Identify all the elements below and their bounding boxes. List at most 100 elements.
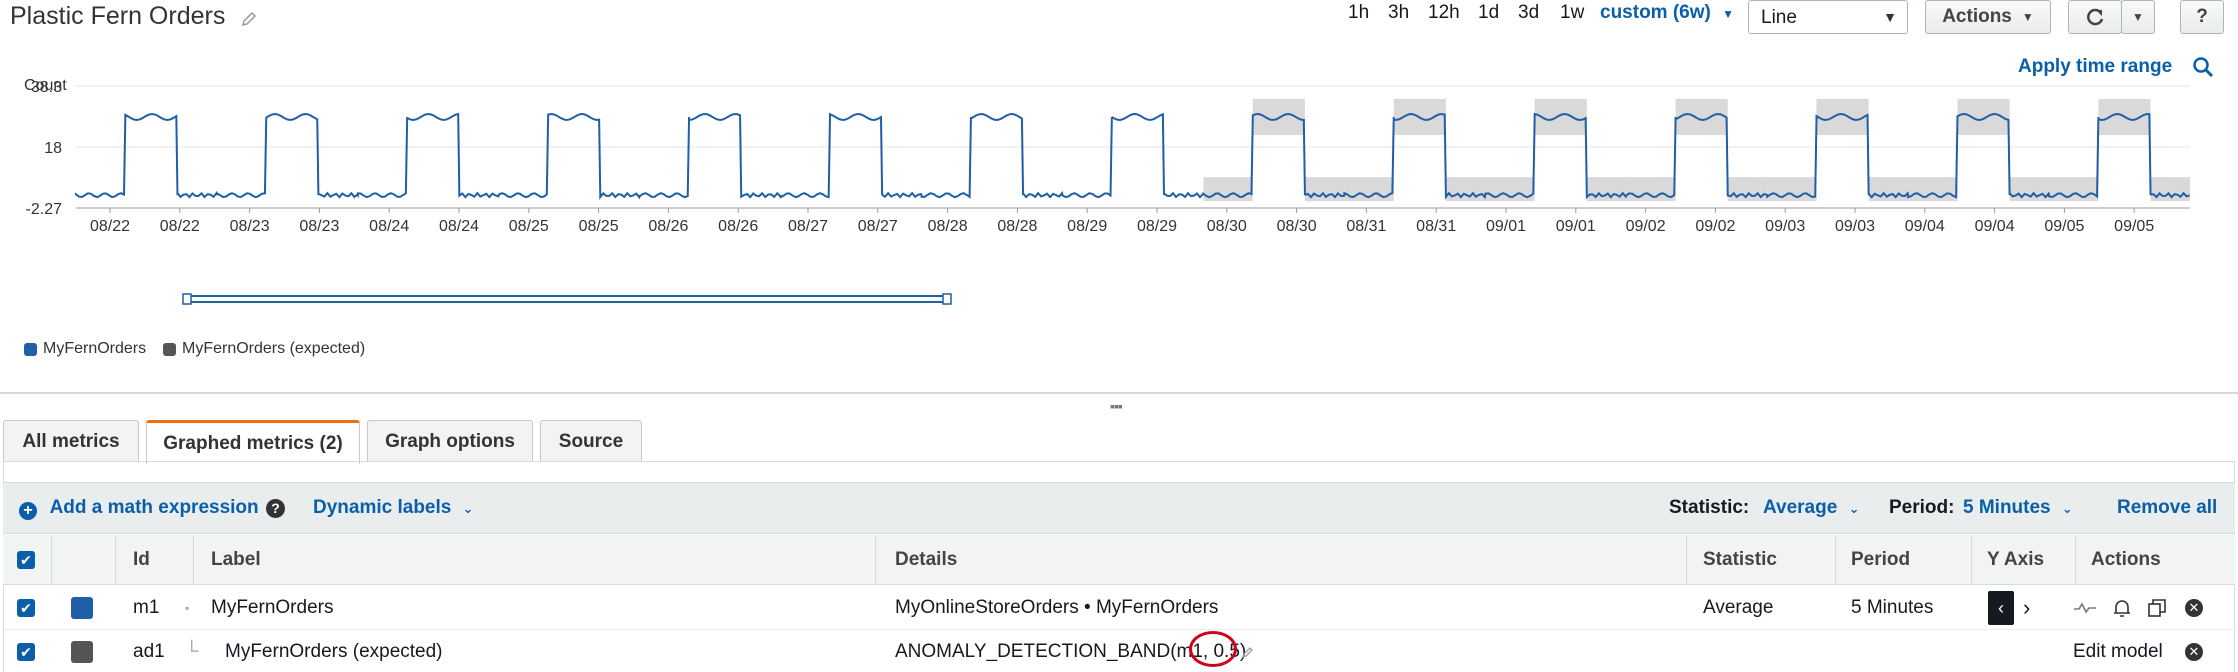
y-tick-label: -2.27 — [26, 201, 63, 218]
selection-bracket[interactable] — [182, 293, 952, 305]
column-details[interactable]: Details — [895, 535, 957, 585]
chevron-down-icon: ⌄ — [1848, 501, 1860, 516]
graph-type-select[interactable]: Line ▼ — [1748, 0, 1908, 34]
band-segment — [1445, 177, 1486, 202]
help-button[interactable]: ? — [2180, 0, 2224, 34]
column-statistic[interactable]: Statistic — [1703, 535, 1777, 585]
column-period[interactable]: Period — [1851, 535, 1910, 585]
range-custom[interactable]: custom (6w) ▼ — [1600, 2, 1734, 24]
copy-icon[interactable] — [2147, 586, 2167, 630]
x-tick-label: 09/02 — [1626, 218, 1666, 235]
row-statistic[interactable]: Average — [1703, 586, 1773, 630]
column-label[interactable]: Label — [211, 535, 261, 585]
range-1d[interactable]: 1d — [1478, 2, 1499, 24]
x-tick-label: 08/30 — [1277, 218, 1317, 235]
row-checkbox[interactable]: ✔ — [17, 630, 35, 672]
tab-all-metrics[interactable]: All metrics — [3, 420, 139, 462]
row-label[interactable]: MyFernOrders — [211, 586, 333, 630]
range-12h[interactable]: 12h — [1428, 2, 1460, 24]
band-segment — [1816, 98, 1869, 136]
refresh-icon — [2087, 8, 2104, 26]
x-tick-label: 08/25 — [579, 218, 619, 235]
legend-swatch — [163, 342, 176, 356]
tree-connector: └ — [185, 641, 199, 662]
tab-graphed-metrics[interactable]: Graphed metrics (2) — [146, 420, 360, 464]
x-tick-label: 08/22 — [90, 218, 130, 235]
band-segment — [1868, 177, 1909, 202]
x-tick-label: 09/04 — [1905, 218, 1945, 235]
bell-icon[interactable] — [2113, 586, 2131, 630]
actions-button[interactable]: Actions ▼ — [1925, 0, 2051, 34]
range-1h[interactable]: 1h — [1348, 2, 1369, 24]
legend-swatch — [24, 342, 37, 356]
remove-all-button[interactable]: Remove all — [2117, 497, 2217, 519]
range-3h[interactable]: 3h — [1388, 2, 1409, 24]
legend-label: MyFernOrders — [43, 340, 147, 357]
x-tick-label: 08/22 — [160, 218, 200, 235]
x-tick-label: 08/29 — [1067, 218, 1107, 235]
row-id[interactable]: m1 — [133, 586, 159, 630]
pencil-icon[interactable] — [240, 10, 258, 28]
sparkline-icon[interactable] — [2073, 586, 2097, 630]
column-actions: Actions — [2091, 549, 2161, 570]
actions-label: Actions — [1942, 6, 2012, 27]
range-custom-label: custom (6w) — [1600, 2, 1711, 23]
chevron-down-icon: ⌄ — [462, 501, 474, 516]
add-math-expression-button[interactable]: + Add a math expression — [19, 497, 259, 520]
refresh-button[interactable] — [2068, 0, 2122, 34]
edit-model-link[interactable]: Edit model — [2073, 630, 2163, 672]
row-color-swatch[interactable] — [71, 586, 93, 630]
graph-type-value: Line — [1761, 7, 1797, 28]
period-label: Period: — [1889, 497, 1955, 518]
remove-row-icon[interactable]: ✕ — [2185, 586, 2203, 630]
x-tick-label: 08/28 — [997, 218, 1037, 235]
caret-down-icon: ▼ — [2021, 10, 2034, 24]
band-segment — [2049, 177, 2099, 202]
row-color-swatch[interactable] — [71, 630, 93, 672]
x-tick-label: 08/24 — [369, 218, 409, 235]
legend-label: MyFernOrders (expected) — [182, 340, 366, 357]
caret-down-icon: ▼ — [2132, 10, 2144, 24]
add-math-label: Add a math expression — [49, 497, 259, 518]
tab-graph-options[interactable]: Graph options — [367, 420, 533, 462]
column-y-axis[interactable]: Y Axis — [1987, 535, 2044, 585]
help-circle-icon[interactable]: ? — [266, 497, 285, 519]
row-checkbox[interactable]: ✔ — [17, 586, 35, 630]
statistic-dropdown[interactable]: Average ⌄ — [1763, 497, 1859, 519]
tab-bar: All metrics Graphed metrics (2) Graph op… — [0, 420, 2238, 464]
x-tick-label: 08/29 — [1137, 218, 1177, 235]
row-label[interactable]: MyFernOrders (expected) — [225, 630, 443, 672]
resize-handle[interactable]: ▪▪▪ — [1110, 398, 1123, 414]
x-tick-label: 09/01 — [1556, 218, 1596, 235]
dynamic-labels-label: Dynamic labels — [313, 497, 452, 518]
x-tick-label: 09/05 — [2044, 218, 2084, 235]
range-3d[interactable]: 3d — [1518, 2, 1539, 24]
help-icon: ? — [2196, 6, 2208, 27]
tab-source[interactable]: Source — [540, 420, 642, 462]
x-tick-label: 08/25 — [509, 218, 549, 235]
x-tick-label: 08/24 — [439, 218, 479, 235]
y-axis-left-button[interactable]: ‹ — [1988, 586, 2014, 630]
y-axis-right-button[interactable]: › — [2023, 586, 2030, 630]
x-tick-label: 09/02 — [1695, 218, 1735, 235]
caret-down-icon: ▼ — [1883, 9, 1897, 25]
x-tick-label: 09/03 — [1835, 218, 1875, 235]
range-1w[interactable]: 1w — [1560, 2, 1584, 24]
legend-item-actual[interactable]: MyFernOrders — [24, 340, 146, 358]
dynamic-labels-dropdown[interactable]: Dynamic labels ⌄ — [313, 497, 474, 519]
period-dropdown[interactable]: 5 Minutes ⌄ — [1963, 497, 2073, 519]
row-id[interactable]: ad1 — [133, 630, 165, 672]
column-id[interactable]: Id — [133, 535, 150, 585]
metric-chart[interactable]: Count 38.318-2.2708/22 08/22 08/23 08/23 08/… — [0, 60, 2238, 340]
statistic-label: Statistic: — [1669, 497, 1750, 518]
legend-item-expected[interactable]: MyFernOrders (expected) — [163, 340, 365, 358]
row-details[interactable]: MyOnlineStoreOrders • MyFernOrders — [895, 586, 1218, 630]
pencil-icon[interactable] — [1241, 630, 1255, 672]
period-value: 5 Minutes — [1963, 497, 2051, 518]
x-tick-label: 08/26 — [648, 218, 688, 235]
row-period[interactable]: 5 Minutes — [1851, 586, 1933, 630]
remove-row-icon[interactable]: ✕ — [2185, 630, 2203, 672]
refresh-options-button[interactable]: ▼ — [2121, 0, 2155, 34]
select-all-checkbox[interactable]: ✔ — [17, 535, 35, 585]
highlight-annotation — [1189, 631, 1237, 667]
